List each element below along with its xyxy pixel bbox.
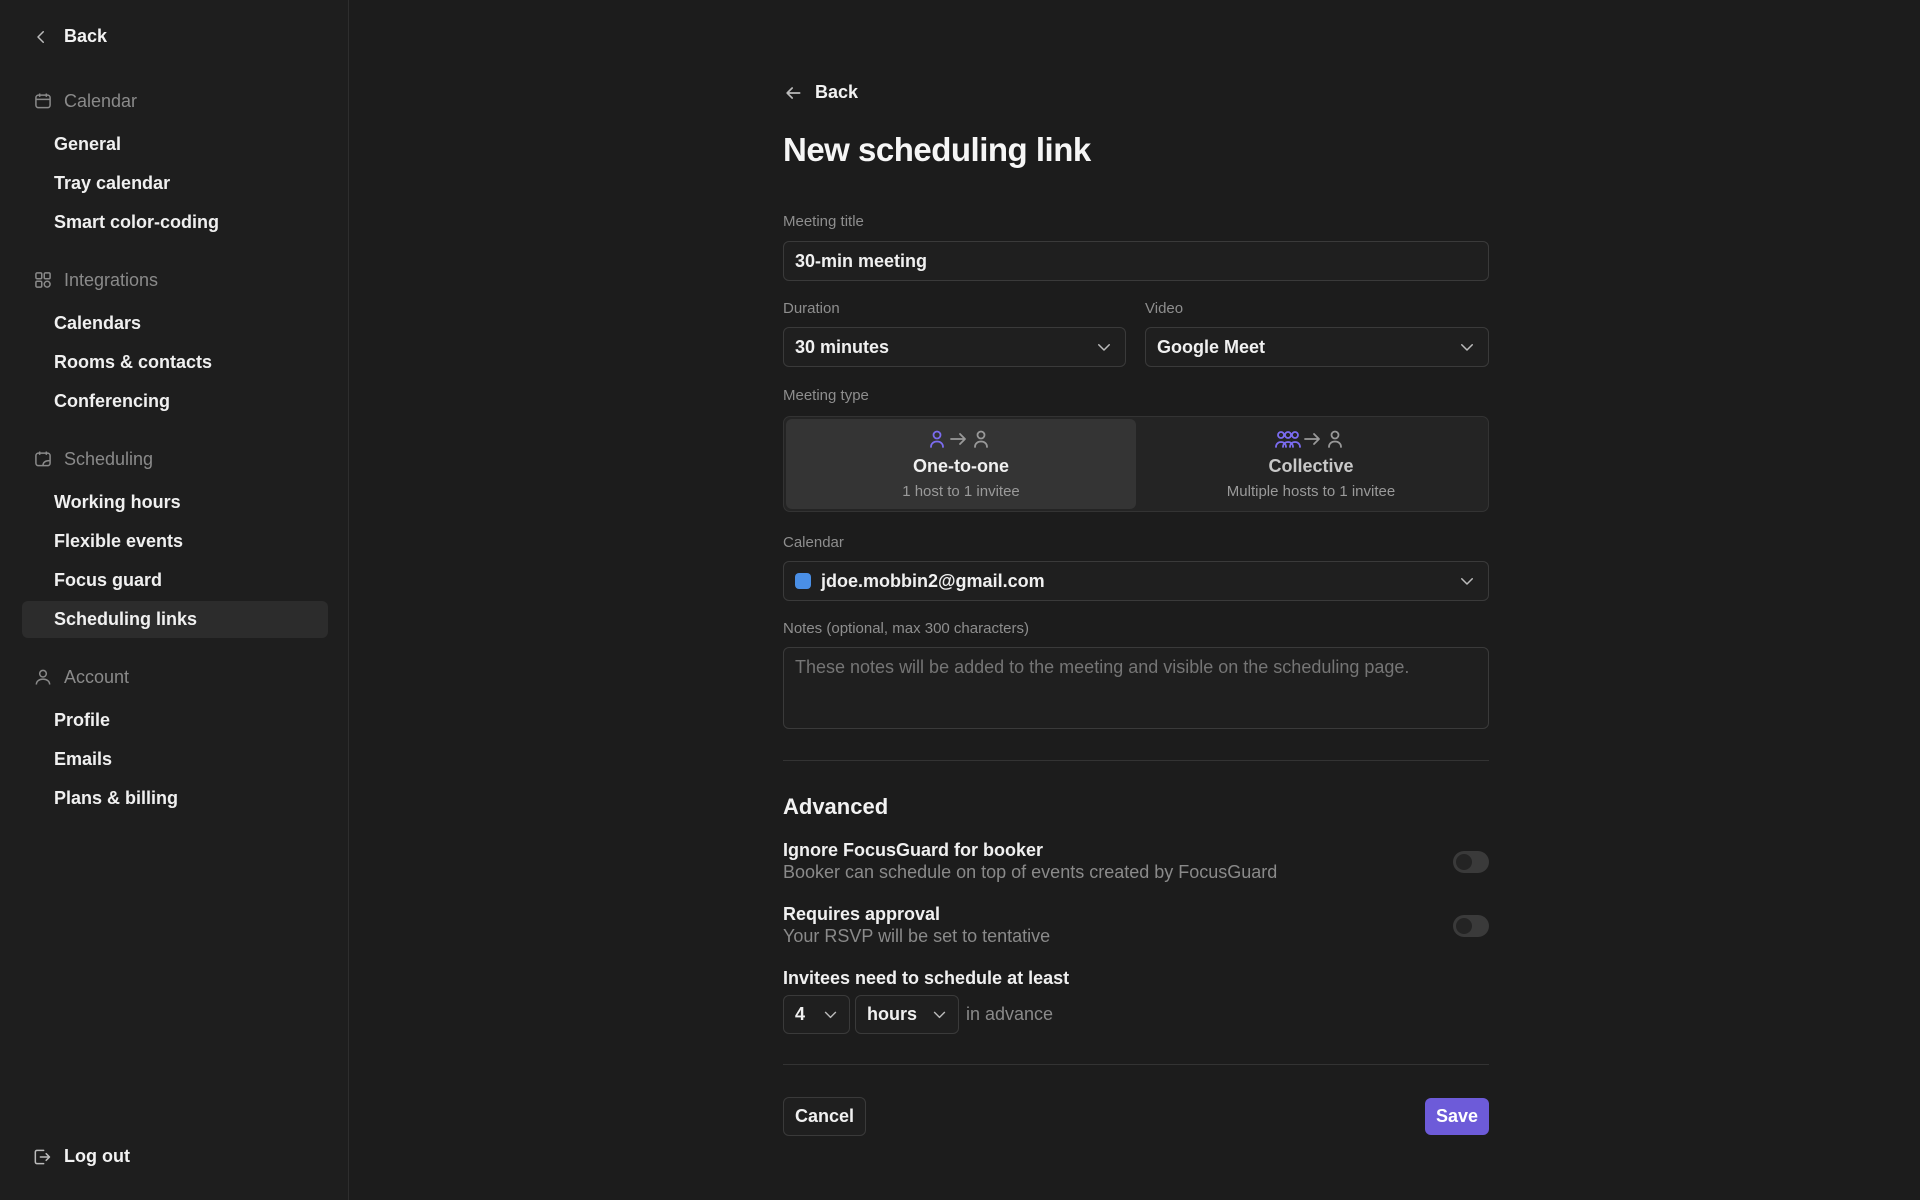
arrow-left-icon xyxy=(786,86,801,99)
one-to-one-subtitle: 1 host to 1 invitee xyxy=(902,483,1020,500)
sidebar-item-general[interactable]: General xyxy=(22,126,328,163)
sidebar-item-smart-color-coding[interactable]: Smart color-coding xyxy=(22,204,328,241)
ignore-focusguard-title: Ignore FocusGuard for booker xyxy=(783,840,1044,860)
requires-approval-subtitle: Your RSVP will be set to tentative xyxy=(783,926,1051,946)
chevron-down-icon xyxy=(824,1011,837,1019)
ignore-focusguard-subtitle: Booker can schedule on top of events cre… xyxy=(783,862,1278,882)
sidebar-heading: Scheduling xyxy=(32,444,328,474)
sidebar-section-scheduling: Scheduling Working hours Flexible events… xyxy=(22,444,328,638)
duration-select[interactable]: 30 minutes xyxy=(783,327,1126,367)
sidebar-item-emails[interactable]: Emails xyxy=(22,741,328,778)
meeting-type-collective[interactable]: Collective Multiple hosts to 1 invitee xyxy=(1136,419,1486,509)
meeting-type-one-to-one[interactable]: One-to-one 1 host to 1 invitee xyxy=(786,419,1136,509)
sidebar-item-calendars[interactable]: Calendars xyxy=(22,305,328,342)
collective-icon xyxy=(1275,428,1347,450)
back-button[interactable]: Back xyxy=(783,82,858,103)
sidebar: Back Calendar General Tray calendar Smar… xyxy=(0,0,349,1200)
sidebar-heading: Account xyxy=(32,662,328,692)
calendar-icon xyxy=(32,90,54,112)
sidebar-item-tray-calendar[interactable]: Tray calendar xyxy=(22,165,328,202)
sidebar-heading-label: Scheduling xyxy=(64,448,154,469)
calendar-select[interactable]: jdoe.mobbin2@gmail.com xyxy=(783,561,1489,601)
video-label: Video xyxy=(1145,300,1184,317)
sidebar-item-scheduling-links[interactable]: Scheduling links xyxy=(22,601,328,638)
collective-title: Collective xyxy=(1268,456,1354,476)
sidebar-item-plans-billing[interactable]: Plans & billing xyxy=(22,780,328,817)
sidebar-item-profile[interactable]: Profile xyxy=(22,702,328,739)
calendar-label: Calendar xyxy=(783,534,844,551)
advanced-heading: Advanced xyxy=(783,794,889,819)
requires-approval-toggle[interactable] xyxy=(1453,915,1489,937)
notes-label: Notes (optional, max 300 characters) xyxy=(783,620,1029,637)
calendar-color-dot xyxy=(795,573,811,589)
advance-unit-select[interactable]: hours xyxy=(855,995,959,1034)
advance-amount-value: 4 xyxy=(795,1004,806,1024)
logout-label: Log out xyxy=(64,1146,130,1166)
ignore-focusguard-toggle[interactable] xyxy=(1453,851,1489,873)
video-select[interactable]: Google Meet xyxy=(1145,327,1489,367)
collective-subtitle: Multiple hosts to 1 invitee xyxy=(1226,483,1396,500)
sidebar-item-working-hours[interactable]: Working hours xyxy=(22,484,328,521)
scheduling-icon xyxy=(32,448,54,470)
meeting-type-label: Meeting type xyxy=(783,387,869,404)
sidebar-heading: Calendar xyxy=(32,86,328,116)
video-value: Google Meet xyxy=(1157,336,1266,357)
divider xyxy=(783,1064,1489,1065)
chevron-down-icon xyxy=(933,1011,946,1019)
meeting-title-value: 30-min meeting xyxy=(795,250,928,271)
requires-approval-title: Requires approval xyxy=(783,904,941,924)
advance-suffix: in advance xyxy=(966,1004,1054,1024)
schedule-advance-title: Invitees need to schedule at least xyxy=(783,968,1070,988)
save-button[interactable]: Save xyxy=(1424,1098,1489,1135)
meeting-title-label: Meeting title xyxy=(783,213,864,230)
meeting-title-input[interactable]: 30-min meeting xyxy=(783,241,1489,281)
page-title: New scheduling link xyxy=(783,131,1091,168)
advance-unit-value: hours xyxy=(867,1004,918,1024)
chevron-down-icon xyxy=(1461,578,1473,585)
logout-button[interactable]: Log out xyxy=(32,1146,130,1167)
sidebar-back-label: Back xyxy=(64,26,108,46)
back-label: Back xyxy=(815,82,859,102)
calendar-value: jdoe.mobbin2@gmail.com xyxy=(821,570,1045,591)
sidebar-item-conferencing[interactable]: Conferencing xyxy=(22,383,328,420)
chevron-down-icon xyxy=(1098,344,1110,351)
duration-value: 30 minutes xyxy=(795,336,890,357)
one-to-one-icon xyxy=(929,428,993,450)
advance-amount-select[interactable]: 4 xyxy=(783,995,850,1034)
chevron-left-icon xyxy=(37,30,44,43)
sidebar-section-integrations: Integrations Calendars Rooms & contacts … xyxy=(32,265,328,420)
divider xyxy=(783,760,1489,761)
meeting-type-toggle: One-to-one 1 host to 1 invitee Collectiv… xyxy=(783,416,1489,512)
sidebar-heading: Integrations xyxy=(32,265,328,295)
sidebar-item-rooms-contacts[interactable]: Rooms & contacts xyxy=(22,344,328,381)
sidebar-item-flexible-events[interactable]: Flexible events xyxy=(22,523,328,560)
sidebar-section-calendar: Calendar General Tray calendar Smart col… xyxy=(32,86,328,241)
sidebar-back-button[interactable]: Back xyxy=(32,26,107,47)
sidebar-heading-label: Integrations xyxy=(64,269,159,290)
one-to-one-title: One-to-one xyxy=(913,456,1009,476)
chevron-down-icon xyxy=(1461,344,1473,351)
sidebar-heading-label: Calendar xyxy=(64,90,138,111)
sidebar-heading-label: Account xyxy=(64,666,130,687)
cancel-button[interactable]: Cancel xyxy=(783,1097,867,1136)
logout-icon xyxy=(34,1149,51,1164)
notes-textarea[interactable] xyxy=(783,647,1489,729)
sidebar-item-focus-guard[interactable]: Focus guard xyxy=(22,562,328,599)
duration-label: Duration xyxy=(783,300,840,317)
user-icon xyxy=(32,666,54,688)
sidebar-section-account: Account Profile Emails Plans & billing xyxy=(32,662,328,817)
integrations-icon xyxy=(32,269,54,291)
